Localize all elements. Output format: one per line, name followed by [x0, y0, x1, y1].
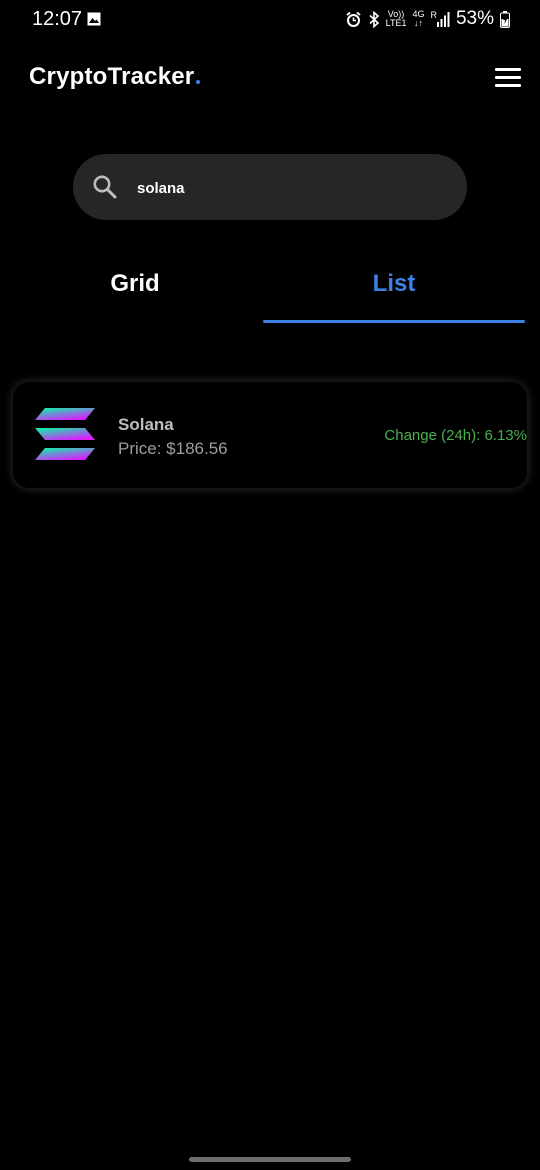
- network-type-indicator: 4G ↓↑: [412, 9, 425, 28]
- title-accent-dot: [196, 80, 201, 84]
- coin-list-item[interactable]: Solana Price: $186.56 Change (24h): 6.13…: [13, 382, 527, 488]
- status-time: 12:07: [32, 8, 83, 30]
- battery-charging-icon: [500, 10, 510, 28]
- search-input[interactable]: [135, 170, 439, 206]
- signal-indicator: R: [430, 11, 450, 27]
- bluetooth-icon: [369, 10, 379, 28]
- coin-price: Price: $186.56: [118, 439, 228, 458]
- volte-indicator: Vo)) LTE1: [385, 9, 407, 28]
- coin-change-24h: Change (24h): 6.13%: [384, 427, 527, 444]
- gallery-icon: [87, 12, 101, 26]
- tab-grid[interactable]: Grid: [0, 270, 270, 320]
- coin-name: Solana: [118, 415, 174, 434]
- active-tab-indicator: [263, 320, 525, 323]
- search-bar[interactable]: [73, 154, 467, 220]
- battery-percentage: 53%: [455, 8, 494, 29]
- signal-icon: [436, 12, 450, 27]
- tab-list[interactable]: List: [263, 270, 525, 320]
- hamburger-menu-icon[interactable]: [495, 68, 521, 88]
- home-indicator[interactable]: [189, 1157, 351, 1162]
- search-icon: [93, 175, 117, 199]
- app-screen: 12:07 Vo)) LTE1 4G ↓↑ R 53% CryptoTracke…: [0, 0, 540, 1170]
- solana-logo-icon: [35, 408, 95, 460]
- status-bar: 12:07 Vo)) LTE1 4G ↓↑ R 53%: [0, 0, 540, 40]
- status-icons: Vo)) LTE1 4G ↓↑ R 53%: [345, 8, 510, 30]
- app-title: CryptoTracker: [29, 63, 201, 91]
- alarm-icon: [345, 11, 361, 27]
